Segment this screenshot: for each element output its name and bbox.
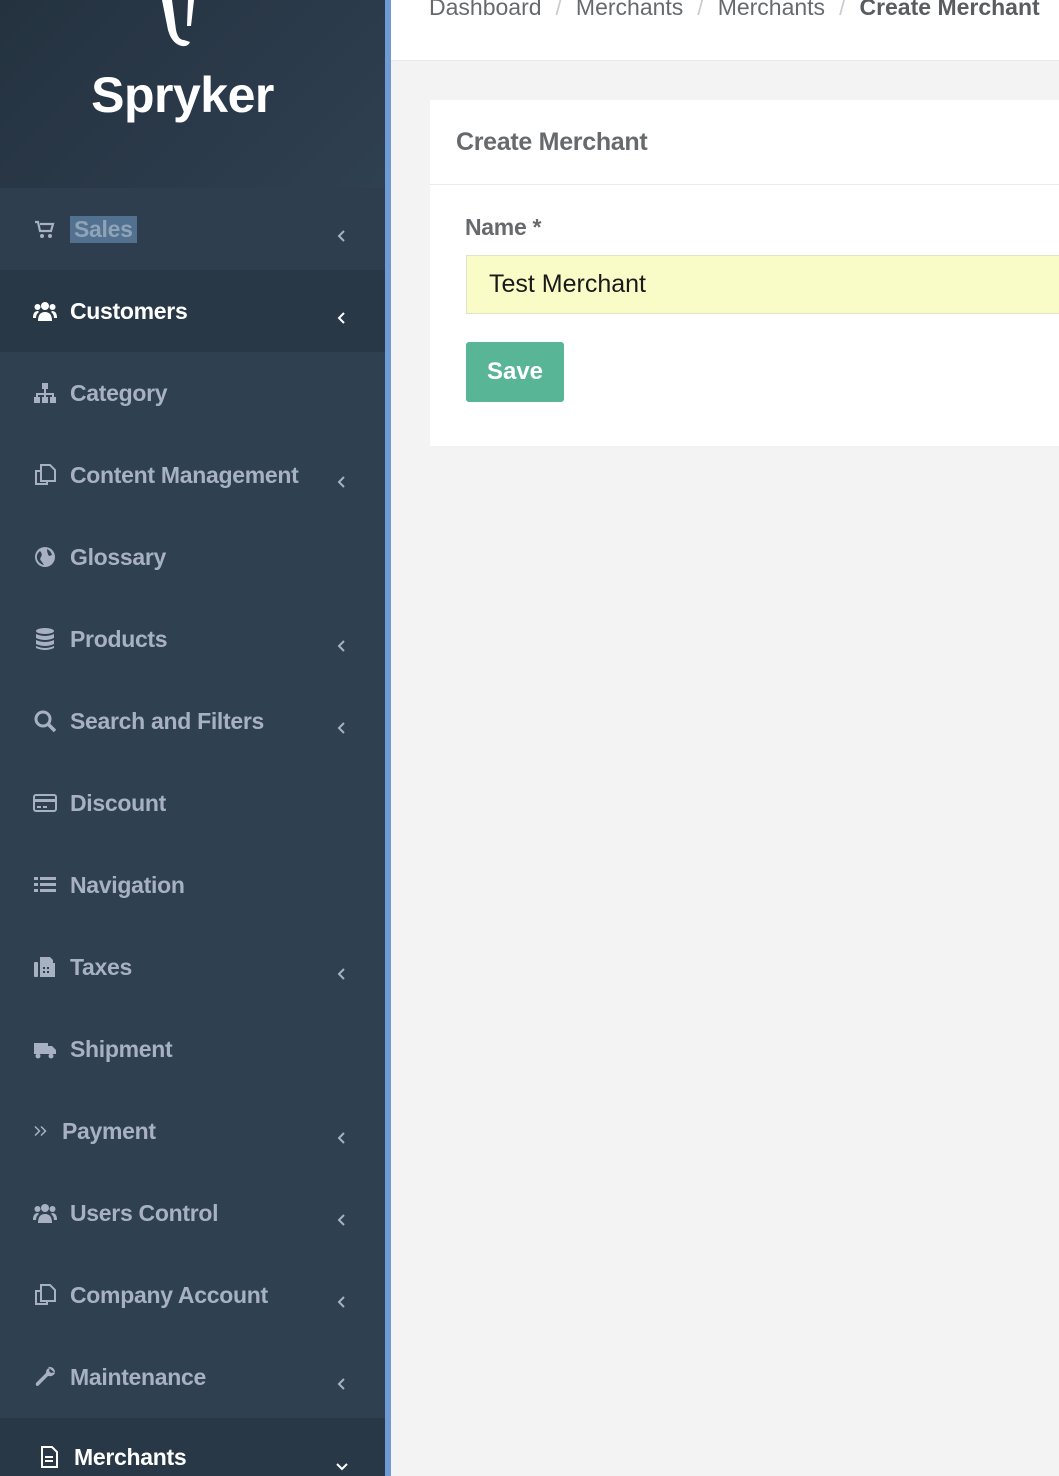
breadcrumb-current: Create Merchant — [859, 0, 1040, 20]
cart-icon — [32, 216, 58, 242]
sidebar-item-label: Company Account — [70, 1281, 268, 1308]
truck-icon — [32, 1036, 58, 1062]
chevron-left-icon — [335, 222, 349, 242]
breadcrumb-item[interactable]: Dashboard — [429, 0, 542, 20]
chevron-left-icon — [335, 1370, 349, 1390]
sidebar-item-label: Maintenance — [70, 1363, 207, 1390]
sidebar-item-label: Glossary — [70, 543, 167, 570]
users-icon — [32, 298, 58, 324]
sidebar-item-label: Category — [70, 379, 168, 406]
chevron-left-icon — [335, 1288, 349, 1308]
panel-header: Create Merchant — [430, 100, 1059, 185]
breadcrumb-separator: / — [555, 0, 562, 20]
credit-card-icon — [32, 790, 58, 816]
required-mark: * — [532, 214, 542, 240]
sidebar: Spryker Sales Customers Category Content… — [0, 0, 385, 1476]
sidebar-item-label: Merchants — [74, 1444, 187, 1470]
sidebar-item-users-control[interactable]: Users Control — [0, 1172, 385, 1254]
chevron-left-icon — [335, 632, 349, 652]
chevron-down-icon — [335, 1452, 349, 1471]
sidebar-item-customers[interactable]: Customers — [0, 270, 385, 352]
sidebar-item-company-account[interactable]: Company Account — [0, 1254, 385, 1336]
sidebar-item-navigation[interactable]: Navigation — [0, 844, 385, 926]
name-input[interactable] — [466, 255, 1059, 314]
sitemap-icon — [32, 380, 58, 406]
database-icon — [32, 626, 58, 652]
sidebar-item-maintenance[interactable]: Maintenance — [0, 1336, 385, 1418]
sidebar-edge — [385, 0, 391, 1476]
double-chevron-right-icon — [32, 1118, 50, 1144]
sidebar-item-taxes[interactable]: Taxes — [0, 926, 385, 1008]
chevron-left-icon — [335, 468, 349, 488]
sidebar-item-discount[interactable]: Discount — [0, 762, 385, 844]
chevron-left-icon — [335, 714, 349, 734]
sidebar-item-category[interactable]: Category — [0, 352, 385, 434]
sidebar-item-label: Discount — [70, 789, 166, 816]
sidebar-item-label: Users Control — [70, 1199, 219, 1226]
chevron-left-icon — [335, 1206, 349, 1226]
sidebar-item-label: Sales — [70, 215, 137, 243]
breadcrumb-separator: / — [697, 0, 704, 20]
sidebar-item-content-management[interactable]: Content Management — [0, 434, 385, 516]
sidebar-item-glossary[interactable]: Glossary — [0, 516, 385, 598]
sidebar-item-label: Payment — [62, 1117, 156, 1144]
chevron-left-icon — [335, 304, 349, 324]
sidebar-nav: Sales Customers Category Content Managem… — [0, 188, 385, 1476]
sidebar-item-products[interactable]: Products — [0, 598, 385, 680]
sidebar-item-label: Customers — [70, 297, 188, 324]
sidebar-item-label: Navigation — [70, 871, 185, 898]
page-header: Dashboard / Merchants / Merchants / Create Mer… — [391, 0, 1059, 61]
sidebar-item-label: Taxes — [70, 953, 133, 980]
sidebar-item-label: Content Management — [70, 461, 299, 488]
wrench-icon — [32, 1364, 58, 1390]
spryker-logo-icon — [162, 0, 194, 47]
file-icon — [36, 1444, 62, 1470]
name-field-label: Name * — [465, 214, 541, 241]
breadcrumb-item[interactable]: Merchants — [718, 0, 825, 20]
brand-name[interactable]: Spryker — [0, 66, 365, 124]
sidebar-item-payment[interactable]: Payment — [0, 1090, 385, 1172]
create-merchant-panel: Create Merchant Name * Save — [430, 100, 1059, 446]
brand-header: Spryker — [0, 0, 385, 188]
breadcrumb-item[interactable]: Merchants — [576, 0, 683, 20]
search-icon — [32, 708, 58, 734]
list-icon — [32, 872, 58, 898]
users-icon — [32, 1200, 58, 1226]
copy-icon — [32, 462, 58, 488]
copy-icon — [32, 1282, 58, 1308]
sidebar-item-label: Shipment — [70, 1035, 173, 1062]
fax-icon — [32, 954, 58, 980]
save-button[interactable]: Save — [466, 342, 564, 402]
sidebar-item-sales[interactable]: Sales — [0, 188, 385, 270]
sidebar-item-label: Products — [70, 625, 168, 652]
breadcrumb-separator: / — [839, 0, 846, 20]
globe-icon — [32, 544, 58, 570]
sidebar-item-merchants[interactable]: Merchants — [0, 1418, 385, 1476]
name-label-text: Name — [465, 214, 527, 240]
chevron-left-icon — [335, 960, 349, 980]
sidebar-item-shipment[interactable]: Shipment — [0, 1008, 385, 1090]
panel-title: Create Merchant — [456, 127, 648, 156]
sidebar-item-label: Search and Filters — [70, 707, 265, 734]
chevron-left-icon — [335, 1124, 349, 1144]
breadcrumb: Dashboard / Merchants / Merchants / Create Mer… — [429, 0, 1040, 21]
sidebar-item-search-and-filters[interactable]: Search and Filters — [0, 680, 385, 762]
